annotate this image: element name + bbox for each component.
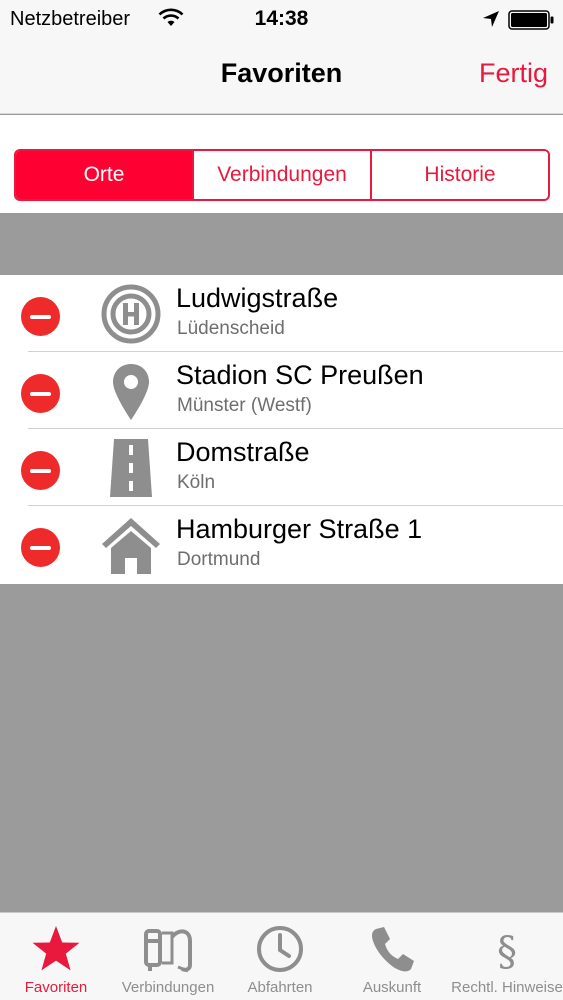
status-bar: Netzbetreiber 14:38	[0, 0, 563, 38]
segment-area: Orte Verbindungen Historie	[0, 115, 563, 213]
segment-historie[interactable]: Historie	[370, 151, 548, 199]
delete-button[interactable]	[21, 451, 60, 490]
segment-verbindungen[interactable]: Verbindungen	[192, 151, 370, 199]
tab-verbindungen[interactable]: Verbindungen	[112, 913, 224, 1000]
tab-rechtliche-hinweise[interactable]: § Rechtl. Hinweise	[451, 913, 563, 1000]
tab-label: Abfahrten	[247, 979, 313, 996]
list-item[interactable]: Stadion SC Preußen Münster (Westf)	[0, 352, 563, 429]
done-button[interactable]: Fertig	[479, 58, 548, 89]
favorite-title: Hamburger Straße 1	[176, 514, 423, 544]
location-arrow-icon	[483, 11, 499, 27]
street-icon	[110, 439, 152, 497]
tab-label: Favoriten	[24, 979, 88, 996]
map-pin-icon	[113, 364, 149, 420]
favorite-subtitle: Münster (Westf)	[177, 395, 312, 416]
paragraph-icon: §	[497, 929, 517, 975]
list-item[interactable]: Domstraße Köln	[0, 429, 563, 506]
favorite-title: Ludwigstraße	[176, 283, 339, 313]
tab-favoriten[interactable]: Favoriten	[0, 913, 112, 1000]
delete-button[interactable]	[21, 528, 60, 567]
tab-label: Rechtl. Hinweise	[451, 979, 563, 996]
tab-label: Auskunft	[362, 979, 422, 996]
status-time: 14:38	[254, 7, 309, 30]
list-item[interactable]: Hamburger Straße 1 Dortmund	[0, 506, 563, 583]
tab-abfahrten[interactable]: Abfahrten	[224, 913, 336, 1000]
phone-icon	[372, 927, 414, 972]
list-item[interactable]: Ludwigstraße Lüdenscheid	[0, 275, 563, 352]
house-icon	[102, 518, 160, 574]
favorite-subtitle: Lüdenscheid	[177, 318, 285, 339]
favorite-title: Domstraße	[176, 437, 310, 467]
svg-text:§: §	[497, 929, 517, 975]
tab-auskunft[interactable]: Auskunft	[336, 913, 448, 1000]
tab-bar: Favoriten Verbindungen Abfahrten Auskunf…	[0, 912, 563, 1000]
segment-orte[interactable]: Orte	[16, 151, 192, 199]
favorite-subtitle: Köln	[177, 472, 216, 493]
tab-label: Verbindungen	[121, 979, 215, 996]
delete-button[interactable]	[21, 297, 60, 336]
clock-icon	[257, 926, 303, 972]
navigation-bar: Favoriten Fertig	[0, 38, 563, 114]
battery-icon	[508, 10, 554, 30]
favorite-title: Stadion SC Preußen	[176, 360, 424, 390]
delete-button[interactable]	[21, 374, 60, 413]
favorite-subtitle: Dortmund	[177, 549, 261, 570]
star-icon	[32, 926, 80, 971]
favorites-list: Ludwigstraße Lüdenscheid Stadion SC Preu…	[0, 275, 563, 584]
bus-stop-icon	[101, 284, 161, 344]
connections-icon	[144, 929, 192, 973]
segmented-control: Orte Verbindungen Historie	[14, 149, 550, 201]
